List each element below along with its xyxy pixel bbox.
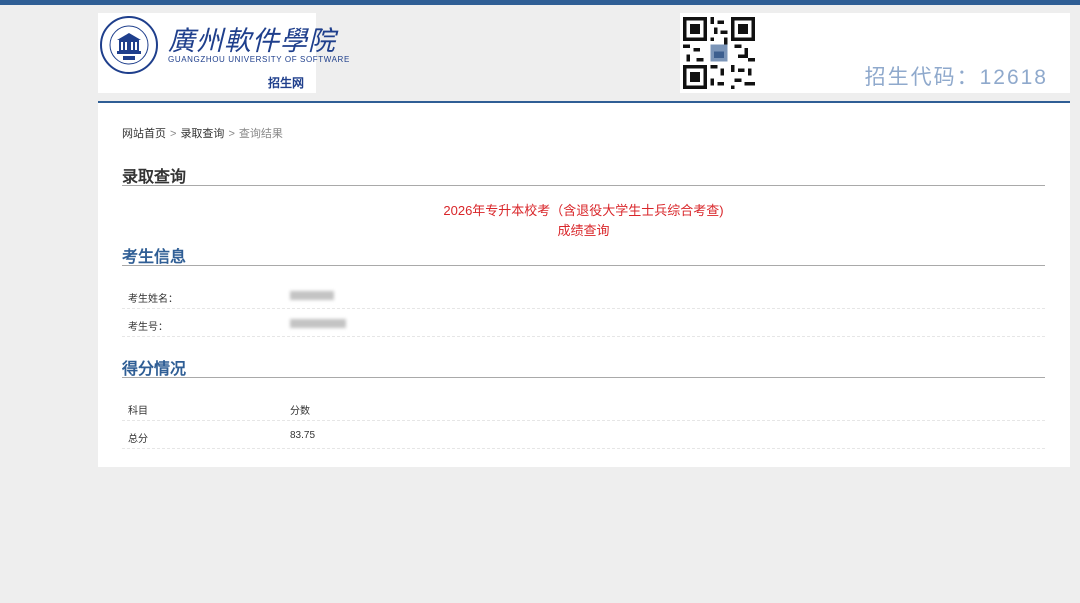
header-right-block: 招生代码：12618 [680, 13, 1070, 93]
redacted-name [290, 290, 334, 300]
qr-code-icon [683, 17, 755, 89]
page-title: 录取查询 [122, 169, 187, 186]
candidate-name-row: 考生姓名： [122, 281, 1045, 309]
breadcrumb-admission-query-link[interactable]: 录取查询 [180, 128, 224, 140]
candidate-name-value [290, 290, 334, 301]
table-row: 总分 83.75 [122, 421, 1045, 449]
school-name-cn: 廣州軟件學院 [168, 26, 336, 57]
enrollment-code: 招生代码：12618 [864, 66, 1048, 89]
university-seal-icon [100, 16, 158, 74]
candidate-info-divider [122, 265, 1045, 266]
breadcrumb: 网站首页 > 录取查询 > 查询结果 [122, 125, 283, 141]
subject-column-header: 科目 [128, 406, 148, 417]
admissions-site-name: 招生网 [268, 76, 305, 90]
breadcrumb-current: 查询结果 [238, 128, 283, 140]
scores-title: 得分情况 [122, 361, 187, 378]
candidate-info-title: 考生信息 [122, 249, 187, 266]
top-accent-bar [0, 0, 1080, 5]
main-content: 网站首页 > 录取查询 > 查询结果 录取查询 2026年专升本校考（含退役大学生士兵综… [98, 103, 1070, 467]
subject-cell: 总分 [128, 434, 148, 445]
candidate-name-label: 考生姓名： [128, 294, 178, 305]
breadcrumb-home-link[interactable]: 网站首页 [122, 128, 166, 140]
candidate-id-row: 考生号： [122, 309, 1045, 337]
exam-notice-subtitle: 成绩查询 [557, 223, 610, 238]
scores-header-row: 科目 分数 [122, 393, 1045, 421]
candidate-id-value [290, 318, 346, 329]
redacted-id [290, 318, 346, 328]
breadcrumb-separator: > [170, 128, 177, 140]
score-column-header: 分数 [290, 406, 310, 417]
page-title-divider [122, 185, 1045, 186]
school-name-en: GUANGZHOU UNIVERSITY OF SOFTWARE [168, 55, 350, 64]
score-cell: 83.75 [290, 430, 316, 441]
breadcrumb-separator: > [228, 128, 235, 140]
school-logo-block[interactable]: 廣州軟件學院 GUANGZHOU UNIVERSITY OF SOFTWARE … [98, 13, 349, 93]
exam-notice-title: 2026年专升本校考（含退役大学生士兵综合考查) [443, 203, 724, 218]
scores-divider [122, 377, 1045, 378]
candidate-id-label: 考生号： [128, 322, 168, 333]
